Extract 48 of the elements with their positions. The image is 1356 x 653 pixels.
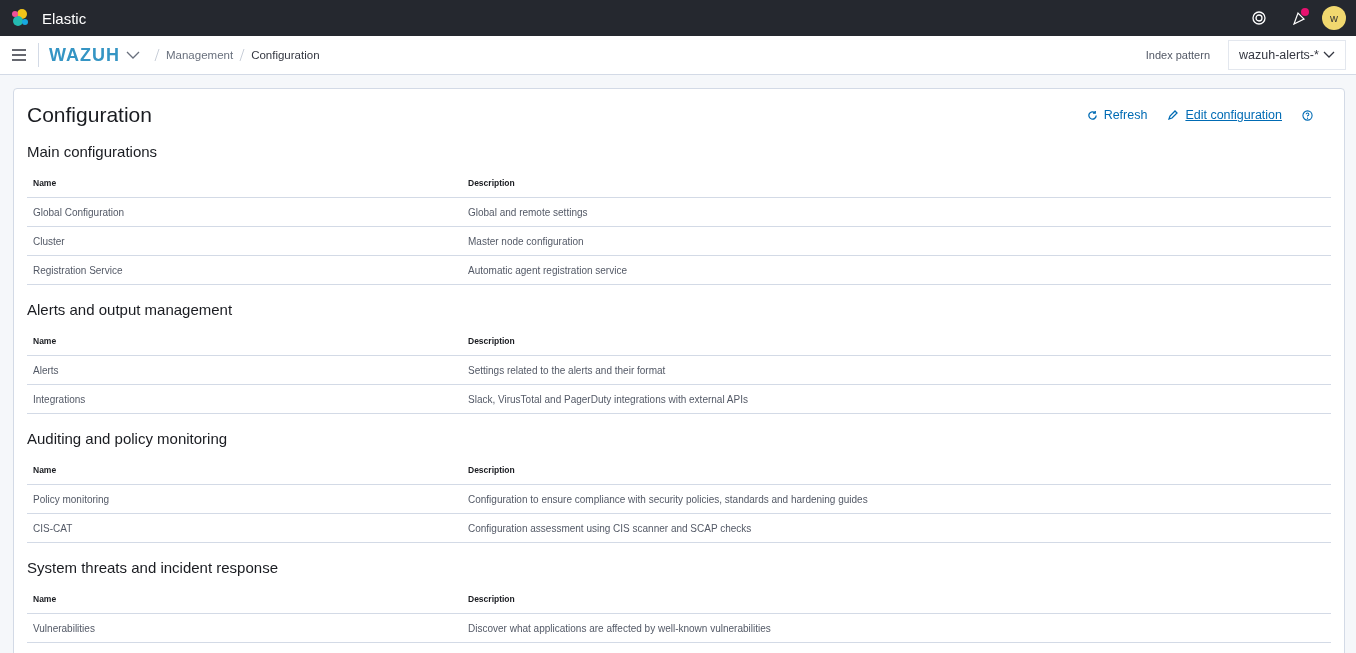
- breadcrumb-separator-icon: [239, 49, 246, 61]
- column-header: Name: [32, 593, 58, 604]
- elastic-logo-icon[interactable]: [10, 8, 30, 28]
- refresh-button[interactable]: Refresh: [1086, 108, 1148, 122]
- refresh-icon: [1086, 109, 1098, 121]
- column-header: Description: [467, 593, 516, 604]
- section-heading: System threats and incident response: [27, 559, 279, 576]
- chevron-down-icon[interactable]: [126, 50, 140, 60]
- table-cell[interactable]: Registration Service: [27, 264, 462, 276]
- table-cell[interactable]: Vulnerabilities: [27, 622, 462, 634]
- table-cell-text: Configuration assessment using CIS scanner and SCAP checks: [467, 522, 753, 534]
- index-pattern-label: Index pattern: [1145, 49, 1210, 61]
- section-heading: Alerts and output management: [27, 301, 234, 318]
- breadcrumb-item[interactable]: Configuration: [251, 49, 320, 61]
- table-cell-text: Slack, VirusTotal and PagerDuty integrations with external APIs: [467, 393, 749, 405]
- help-ring-icon[interactable]: [1252, 11, 1266, 25]
- table-cell-text: Configuration to ensure compliance with security policies, standards and hardening guides: [467, 493, 869, 505]
- table-cell-text: Settings related to the alerts and their format: [467, 364, 667, 376]
- section-heading: Auditing and policy monitoring: [27, 430, 229, 447]
- index-pattern-select[interactable]: wazuh-alerts-*: [1228, 40, 1346, 70]
- table-cell-text: Automatic agent registration service: [467, 264, 628, 276]
- section-heading: Main configurations: [27, 143, 159, 160]
- table-cell[interactable]: Integrations: [27, 393, 462, 405]
- column-header: Name: [32, 335, 58, 346]
- menu-icon[interactable]: [12, 49, 26, 61]
- column-header: Description: [467, 335, 516, 346]
- column-header: Description: [467, 177, 516, 188]
- brand-name: Elastic: [42, 9, 88, 27]
- breadcrumb-item[interactable]: Management: [166, 49, 234, 61]
- edit-configuration-link[interactable]: Edit configuration: [1167, 108, 1282, 122]
- chevron-down-icon: [1323, 51, 1335, 59]
- pencil-icon: [1167, 109, 1180, 121]
- table-cell-text: Master node configuration: [467, 235, 585, 247]
- column-header: Name: [32, 464, 58, 475]
- table-cell[interactable]: Policy monitoring: [27, 493, 462, 505]
- breadcrumb-separator-icon: [154, 49, 160, 61]
- column-header: Name: [32, 177, 58, 188]
- user-avatar[interactable]: w: [1322, 6, 1346, 30]
- column-header: Description: [467, 464, 516, 475]
- table-cell[interactable]: Global Configuration: [27, 206, 462, 218]
- table-cell[interactable]: Alerts: [27, 364, 462, 376]
- help-icon[interactable]: [1302, 109, 1313, 121]
- page-title: Configuration: [27, 103, 153, 127]
- table-cell-text: Global and remote settings: [467, 206, 589, 218]
- table-cell[interactable]: Cluster: [27, 235, 462, 247]
- party-horn-icon[interactable]: [1292, 11, 1306, 25]
- table-cell[interactable]: CIS-CAT: [27, 522, 462, 534]
- table-cell-text: Discover what applications are affected by well-known vulnerabilities: [467, 622, 772, 634]
